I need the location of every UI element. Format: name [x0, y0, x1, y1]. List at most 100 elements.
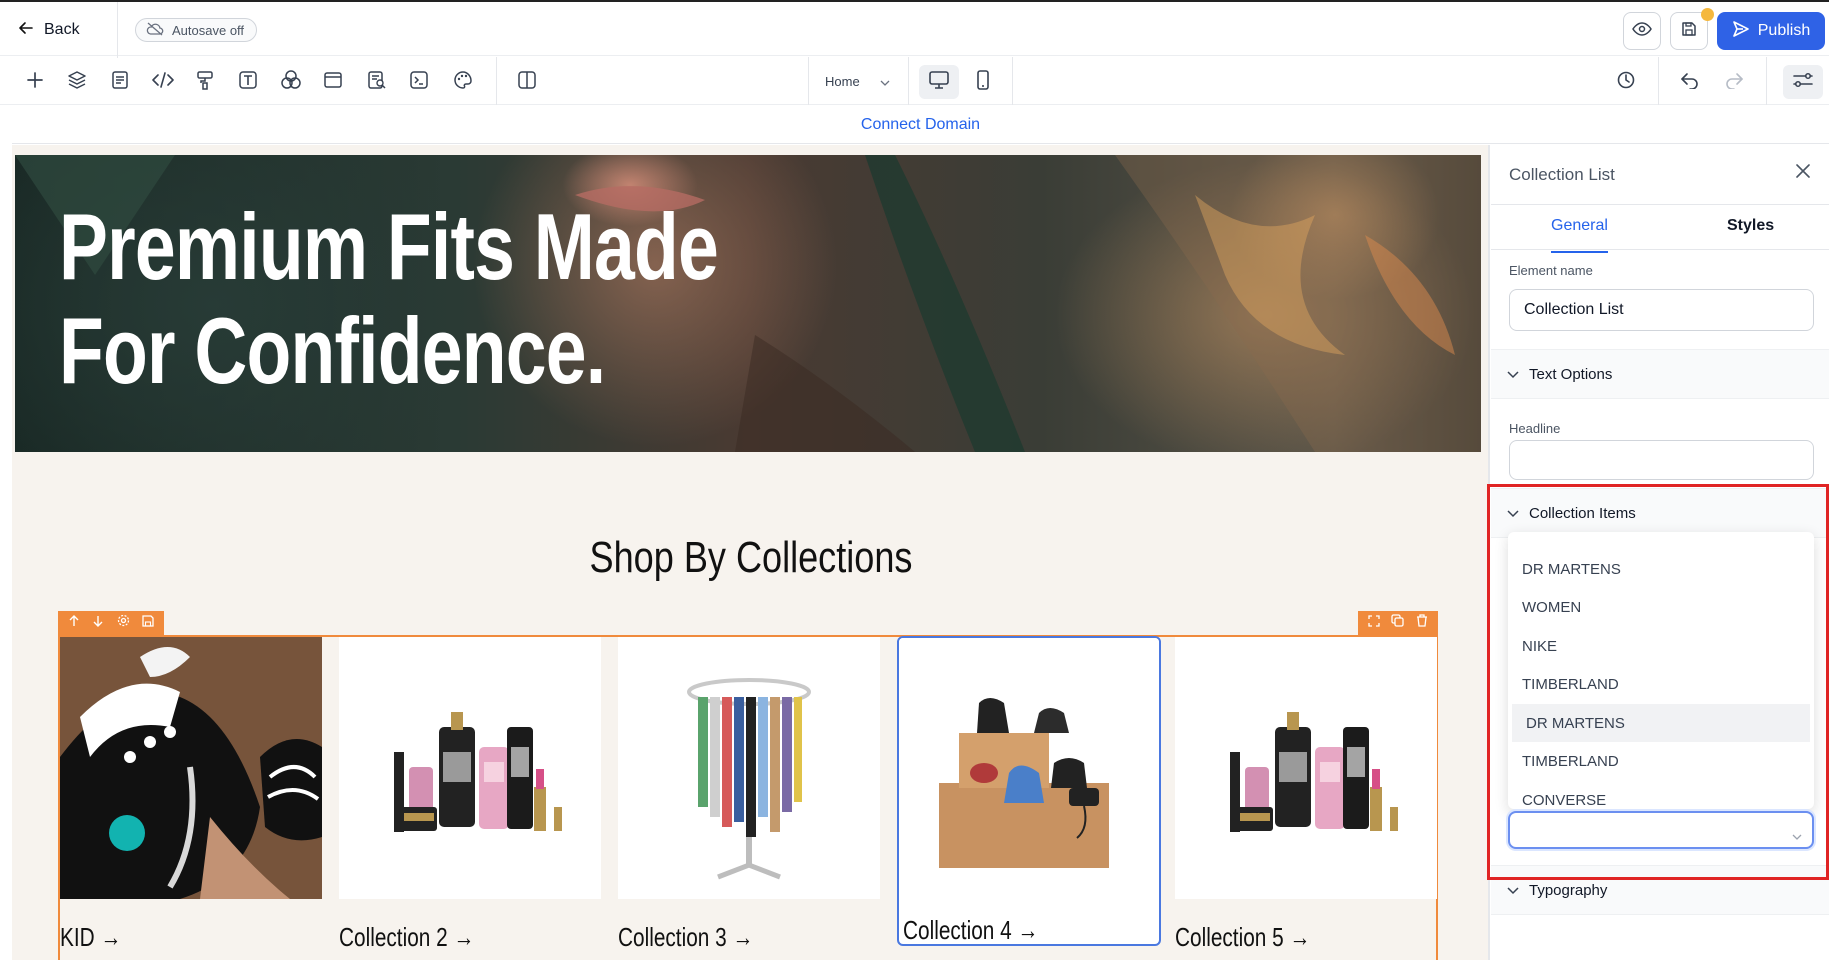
publish-button[interactable]: Publish: [1717, 12, 1825, 50]
plus-icon: [26, 71, 44, 94]
publish-label: Publish: [1757, 22, 1811, 39]
duplicate-icon[interactable]: [1391, 614, 1405, 632]
arrow-down-icon[interactable]: [92, 614, 104, 632]
shapes-icon: [280, 69, 302, 96]
divider: [1658, 57, 1659, 105]
sliders-icon: [1792, 71, 1814, 94]
arrow-up-icon[interactable]: [68, 614, 80, 632]
history-button[interactable]: [1611, 67, 1641, 97]
chevron-down-icon: [1507, 882, 1519, 899]
autosave-badge[interactable]: Autosave off: [135, 18, 258, 42]
collection-card-label[interactable]: Collection 3 →: [618, 922, 753, 953]
section-icon: [323, 71, 343, 94]
save-icon: [1681, 21, 1697, 42]
custom-code-button[interactable]: [148, 67, 178, 97]
unsaved-indicator: [1701, 8, 1714, 21]
terminal-button[interactable]: [404, 67, 434, 97]
text-options-section[interactable]: Text Options: [1491, 349, 1829, 399]
gear-icon[interactable]: [117, 614, 130, 632]
seo-icon: [367, 70, 387, 95]
history-icon: [1616, 70, 1636, 95]
panel-header: Collection List: [1491, 145, 1829, 205]
autosave-label: Autosave off: [172, 22, 245, 38]
eye-icon: [1632, 21, 1652, 41]
typography-label: Typography: [1529, 881, 1608, 899]
hero-heading[interactable]: Premium Fits Made For Confidence.: [59, 195, 761, 403]
shapes-button[interactable]: [276, 67, 306, 97]
divider: [1012, 57, 1013, 105]
page-canvas[interactable]: Premium Fits Made For Confidence. Shop B…: [12, 145, 1490, 960]
mobile-view-button[interactable]: [963, 65, 1003, 99]
collection-card[interactable]: [618, 637, 880, 899]
layers-icon: [67, 70, 87, 95]
layers-button[interactable]: [62, 67, 92, 97]
settings-toggle-button[interactable]: [1783, 65, 1823, 99]
element-name-label: Element name: [1509, 263, 1593, 278]
divider: [908, 57, 909, 105]
split-view-button[interactable]: [512, 67, 542, 97]
connect-domain-link[interactable]: Connect Domain: [861, 116, 980, 134]
editor-toolbar: Home: [0, 57, 1829, 105]
chevron-down-icon: [880, 74, 890, 89]
highlight-annotation-box: [1487, 484, 1829, 880]
split-view-icon: [517, 70, 537, 95]
sneakers-photo: [60, 637, 322, 899]
text-icon: [238, 70, 258, 95]
collection-card[interactable]: [1175, 637, 1437, 899]
styles-button[interactable]: [190, 67, 220, 97]
cosmetics-illustration: [1175, 637, 1437, 899]
divider: [1491, 249, 1829, 250]
collection-card-label[interactable]: Collection 4 →: [903, 915, 1038, 946]
send-icon: [1732, 20, 1750, 43]
page-select[interactable]: Home: [808, 67, 890, 95]
collection-card-label[interactable]: Collection 5 →: [1175, 922, 1310, 953]
headline-label: Headline: [1509, 421, 1561, 436]
app-root: Back Autosave off Publish Home Connect D…: [0, 0, 1829, 960]
terminal-icon: [409, 70, 429, 95]
undo-button[interactable]: [1675, 67, 1705, 97]
collection-card-label[interactable]: KID →: [60, 922, 121, 953]
tab-general[interactable]: General: [1551, 217, 1608, 253]
tab-styles[interactable]: Styles: [1727, 217, 1774, 253]
hero-banner[interactable]: Premium Fits Made For Confidence.: [15, 155, 1481, 452]
clothing-rack-illustration: [618, 637, 880, 899]
divider: [117, 2, 118, 58]
code-icon: [152, 71, 174, 94]
preview-button[interactable]: [1623, 12, 1661, 50]
element-controls-right: [1358, 611, 1438, 635]
divider: [1766, 57, 1767, 105]
seo-button[interactable]: [362, 67, 392, 97]
add-element-button[interactable]: [20, 67, 50, 97]
sections-button[interactable]: [318, 67, 348, 97]
hero-heading-line: Premium Fits Made: [59, 194, 719, 299]
save-button[interactable]: [1670, 8, 1714, 50]
headline-input[interactable]: [1509, 440, 1814, 480]
chevron-down-icon: [1507, 366, 1519, 383]
pages-icon: [111, 70, 129, 95]
desktop-view-button[interactable]: [919, 65, 959, 99]
cloud-off-icon: [146, 22, 164, 39]
element-name-input[interactable]: Collection List: [1509, 289, 1814, 331]
undo-icon: [1680, 71, 1700, 94]
panel-title: Collection List: [1509, 165, 1615, 184]
collection-card-selected[interactable]: [897, 636, 1161, 946]
redo-button[interactable]: [1719, 67, 1749, 97]
trash-icon[interactable]: [1416, 614, 1428, 632]
paint-roller-icon: [196, 70, 214, 95]
close-panel-button[interactable]: [1791, 161, 1815, 185]
save-icon[interactable]: [142, 614, 154, 632]
theme-button[interactable]: [448, 67, 478, 97]
back-button[interactable]: Back: [18, 16, 80, 44]
expand-icon[interactable]: [1368, 614, 1380, 632]
mobile-icon: [976, 69, 990, 95]
element-controls-left: [58, 611, 164, 635]
back-label: Back: [44, 21, 80, 38]
collection-card-label[interactable]: Collection 2 →: [339, 922, 474, 953]
text-button[interactable]: [233, 67, 263, 97]
section-title[interactable]: Shop By Collections: [145, 533, 1357, 583]
collection-card[interactable]: [60, 637, 322, 899]
pages-button[interactable]: [105, 67, 135, 97]
collection-card[interactable]: [339, 637, 601, 899]
page-select-value: Home: [825, 73, 860, 89]
hero-heading-line: For Confidence.: [59, 298, 606, 403]
